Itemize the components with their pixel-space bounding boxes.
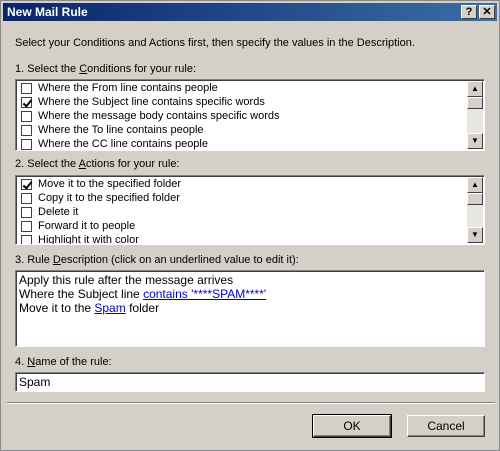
checkbox[interactable] xyxy=(21,192,32,204)
checkbox[interactable] xyxy=(21,110,32,122)
conditions-label: 1. Select the Conditions for your rule: xyxy=(15,63,197,75)
actions-list[interactable]: Move it to the specified folder Copy it t… xyxy=(15,175,485,245)
list-item-label: Move it to the specified folder xyxy=(38,178,182,190)
list-item-label: Copy it to the specified folder xyxy=(38,192,180,204)
list-item[interactable]: Where the message body contains specific… xyxy=(19,109,466,123)
list-item[interactable]: Highlight it with color xyxy=(19,233,466,245)
list-item-label: Where the To line contains people xyxy=(38,124,204,136)
list-item[interactable]: Forward it to people xyxy=(19,219,466,233)
title-bar[interactable]: New Mail Rule ? ✕ xyxy=(3,3,497,21)
close-button[interactable]: ✕ xyxy=(479,5,495,19)
list-item[interactable]: Where the Subject line contains specific… xyxy=(19,95,466,109)
description-line: Move it to the Spam folder xyxy=(19,301,160,315)
scroll-up-arrow-icon[interactable]: ▲ xyxy=(467,177,483,193)
rule-description-box: Apply this rule after the message arrive… xyxy=(15,270,485,347)
scroll-thumb[interactable] xyxy=(467,97,483,109)
divider xyxy=(7,402,495,404)
description-line: Apply this rule after the message arrive… xyxy=(19,273,234,287)
ok-button[interactable]: OK xyxy=(312,414,392,438)
help-button[interactable]: ? xyxy=(461,5,477,19)
list-item[interactable]: Where the CC line contains people xyxy=(19,137,466,150)
conditions-list[interactable]: Where the From line contains people Where… xyxy=(15,79,485,151)
description-line: Where the Subject line contains '****SPA… xyxy=(19,287,267,301)
scroll-down-arrow-icon[interactable]: ▼ xyxy=(467,133,483,149)
checkbox[interactable] xyxy=(21,220,32,232)
checkbox-checked[interactable] xyxy=(21,96,32,108)
list-item-label: Delete it xyxy=(38,206,79,218)
checkbox[interactable] xyxy=(21,138,32,150)
checkbox[interactable] xyxy=(21,234,32,244)
scroll-down-arrow-icon[interactable]: ▼ xyxy=(467,227,483,243)
rule-name-label: 4. Name of the rule: xyxy=(15,356,112,368)
folder-link[interactable]: Spam xyxy=(94,301,125,315)
checkbox[interactable] xyxy=(21,206,32,218)
list-item[interactable]: Copy it to the specified folder xyxy=(19,191,466,205)
list-item[interactable]: Where the From line contains people xyxy=(19,81,466,95)
list-item[interactable]: Where the To line contains people xyxy=(19,123,466,137)
cancel-button[interactable]: Cancel xyxy=(407,415,485,437)
list-item-label: Highlight it with color xyxy=(38,234,139,245)
rule-name-input[interactable] xyxy=(15,372,485,392)
actions-label: 2. Select the Actions for your rule: xyxy=(15,158,180,170)
list-item[interactable]: Move it to the specified folder xyxy=(19,177,466,191)
checkbox-checked[interactable] xyxy=(21,178,32,190)
intro-text: Select your Conditions and Actions first… xyxy=(15,37,415,49)
new-mail-rule-dialog: New Mail Rule ? ✕ Select your Conditions… xyxy=(0,0,500,451)
scroll-up-arrow-icon[interactable]: ▲ xyxy=(467,81,483,97)
list-item-label: Forward it to people xyxy=(38,220,136,232)
description-label: 3. Rule Description (click on an underli… xyxy=(15,254,299,266)
list-item-label: Where the CC line contains people xyxy=(38,138,208,150)
checkbox[interactable] xyxy=(21,124,32,136)
checkbox[interactable] xyxy=(21,82,32,94)
conditions-scrollbar[interactable]: ▲ ▼ xyxy=(467,81,483,149)
scroll-thumb[interactable] xyxy=(467,193,483,205)
contains-words-link[interactable]: contains '****SPAM****' xyxy=(143,287,266,301)
list-item-label: Where the message body contains specific… xyxy=(38,110,280,122)
actions-scrollbar[interactable]: ▲ ▼ xyxy=(467,177,483,243)
list-item-label: Where the Subject line contains specific… xyxy=(38,96,265,108)
list-item[interactable]: Delete it xyxy=(19,205,466,219)
dialog-title: New Mail Rule xyxy=(7,5,88,19)
list-item-label: Where the From line contains people xyxy=(38,82,218,94)
